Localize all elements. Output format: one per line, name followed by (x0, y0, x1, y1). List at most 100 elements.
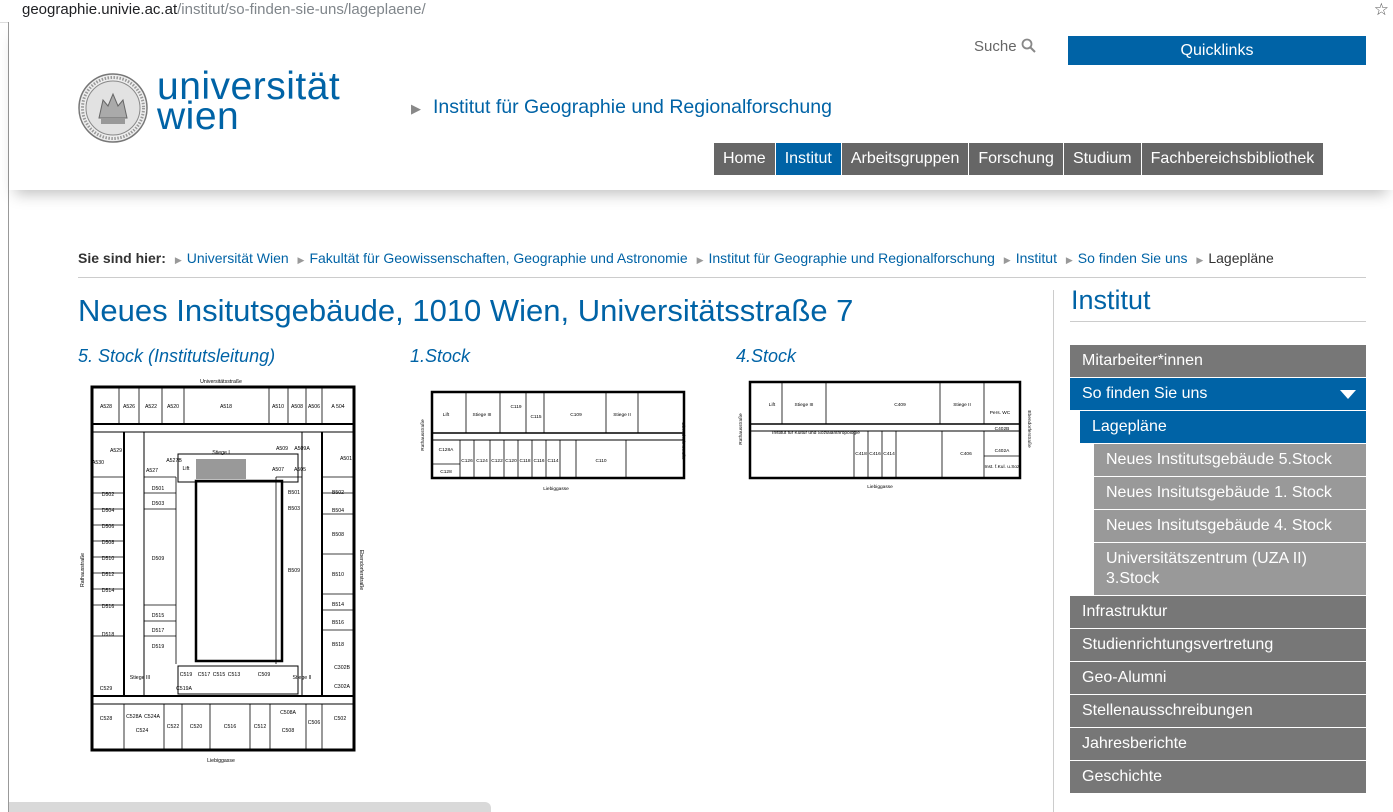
room-label: A508 (291, 404, 303, 410)
download-bar (9, 802, 491, 812)
room-label: A527 (146, 468, 158, 474)
room-label: C114 (547, 458, 558, 464)
sidebar-menu: Mitarbeiter*innen So finden Sie uns Lage… (1070, 345, 1366, 794)
street-label: Liebiggasse (867, 484, 893, 490)
nav-forschung[interactable]: Forschung (969, 143, 1064, 175)
room-label: C502 (334, 716, 347, 722)
room-label: Stiege II (292, 675, 311, 681)
sidebar-item-lageplaene[interactable]: Lagepläne (1080, 411, 1366, 443)
url-text[interactable]: geographie.univie.ac.at/institut/so-find… (22, 0, 426, 20)
room-label: C506 (308, 720, 321, 726)
floor-plan-4th[interactable]: Liebiggasse Rathausstraße Ebendorferstra… (734, 374, 1040, 494)
star-icon[interactable]: ☆ (1374, 0, 1389, 20)
nav-fachbereichsbibliothek[interactable]: Fachbereichsbibliothek (1141, 143, 1325, 175)
breadcrumb-item[interactable]: So finden Sie uns (1078, 250, 1188, 266)
search-link[interactable]: Suche (974, 38, 1036, 55)
room-label: C528 (100, 716, 113, 722)
room-label: Inst. f.Kul. u.Soz (985, 464, 1021, 470)
nav-home[interactable]: Home (714, 143, 776, 175)
search-label: Suche (974, 38, 1017, 55)
sidebar-item-geschichte[interactable]: Geschichte (1070, 761, 1366, 793)
room-label: D510 (102, 556, 115, 562)
room-label: Stiege III (130, 675, 150, 681)
room-label: A501 (340, 456, 352, 462)
room-label: A505 (294, 467, 306, 473)
nav-arbeitsgruppen[interactable]: Arbeitsgruppen (841, 143, 970, 175)
street-label: Liebiggasse (207, 758, 235, 764)
plan-heading-1st-floor: 1.Stock (410, 346, 471, 366)
sidebar-item-uza-ii[interactable]: Universitätszentrum (UZA II) 3.Stock (1094, 543, 1366, 595)
sidebar-item-studienrichtungsvertretung[interactable]: Studienrichtungsvertretung (1070, 629, 1366, 661)
street-label: Rathausstraße (738, 413, 744, 445)
room-label: C522 (167, 724, 180, 730)
chevron-right-icon: ▶ (1003, 255, 1011, 265)
room-label: C402B (995, 426, 1010, 432)
breadcrumb-item[interactable]: Institut (1016, 250, 1057, 266)
room-label: C414 (883, 451, 895, 457)
floor-plan-1st[interactable]: Liebiggasse Rathausstraße Ebendorferstra… (416, 378, 690, 498)
page-title: Neues Insitutsgebäude, 1010 Wien, Univer… (78, 293, 854, 328)
sidebar-item-5-stock[interactable]: Neues Institutsgebäude 5.Stock (1094, 444, 1366, 476)
chevron-right-icon: ▶ (1065, 255, 1073, 265)
street-label: Ebendorferstraße (1026, 410, 1032, 448)
quicklinks-button[interactable]: Quicklinks (1068, 36, 1366, 65)
room-label: D502 (102, 492, 115, 498)
room-label: A 504 (331, 404, 344, 410)
room-label: C302A (334, 684, 350, 690)
search-icon (1021, 38, 1036, 53)
room-label: Pers. WC (990, 410, 1011, 416)
room-label: D515 (152, 613, 165, 619)
room-label: C519A (176, 686, 192, 692)
nav-studium[interactable]: Studium (1063, 143, 1142, 175)
room-label: C508A (280, 710, 296, 716)
sidebar-item-so-finden-sie-uns[interactable]: So finden Sie uns (1070, 378, 1366, 410)
room-label: Stiege III (473, 412, 492, 418)
room-label: A530 (92, 460, 104, 466)
sidebar-item-4-stock[interactable]: Neues Insitutsgebäude 4. Stock (1094, 510, 1366, 542)
room-label: D514 (102, 588, 115, 594)
room-label: C406 (960, 451, 972, 457)
room-label: A528 (100, 404, 112, 410)
breadcrumb-item[interactable]: Universität Wien (187, 250, 289, 266)
breadcrumb-item[interactable]: Institut für Geographie und Regionalfors… (709, 250, 995, 266)
room-label: C116 (533, 458, 544, 464)
sidebar-item-mitarbeiter[interactable]: Mitarbeiter*innen (1070, 345, 1366, 377)
logo-wordmark: universität wien (157, 67, 340, 136)
room-label: C128A (439, 447, 454, 453)
room-label: C109 (570, 412, 582, 418)
institute-title-text: Institut für Geographie und Regionalfors… (433, 96, 832, 118)
room-label: Stiege I (212, 450, 230, 456)
caret-down-icon[interactable] (1340, 390, 1356, 399)
sidebar-item-stellenausschreibungen[interactable]: Stellenausschreibungen (1070, 695, 1366, 727)
room-label: A529 (110, 448, 122, 454)
institute-title-link[interactable]: ▶ Institut für Geographie und Regionalfor… (411, 96, 832, 119)
breadcrumb: Sie sind hier: ▶ Universität Wien ▶ Fakult… (78, 250, 1274, 266)
breadcrumb-item[interactable]: Fakultät für Geowissenschaften, Geograph… (309, 250, 687, 266)
room-label: C115 (530, 414, 541, 420)
browser-address-bar[interactable]: geographie.univie.ac.at/institut/so-find… (0, 0, 1393, 23)
floor-plan-5th[interactable]: Universitätsstraße Liebiggasse Rathausst… (76, 374, 366, 766)
plan-heading-4th-floor: 4.Stock (736, 346, 797, 366)
room-label: C509 (258, 672, 271, 678)
sidebar-item-jahresberichte[interactable]: Jahresberichte (1070, 728, 1366, 760)
chevron-right-icon: ▶ (696, 255, 704, 265)
room-label: C517 (198, 672, 211, 678)
room-label: B509 (288, 568, 300, 574)
nav-institut[interactable]: Institut (775, 143, 842, 175)
room-label: C302B (334, 665, 350, 671)
room-label: A510 (272, 404, 284, 410)
room-label: B508 (332, 532, 344, 538)
room-label: C118 (519, 458, 530, 464)
sidebar-item-infrastruktur[interactable]: Infrastruktur (1070, 596, 1366, 628)
room-label: C110 (595, 458, 606, 464)
room-label: D508 (102, 540, 115, 546)
room-label: C120 (505, 458, 517, 464)
sidebar-item-geo-alumni[interactable]: Geo-Alumni (1070, 662, 1366, 694)
room-label: Lift (769, 402, 776, 408)
sidebar-item-1-stock[interactable]: Neues Insitutsgebäude 1. Stock (1094, 477, 1366, 509)
room-label: D512 (102, 572, 115, 578)
room-label: C528A (126, 714, 142, 720)
room-label: D503 (152, 501, 165, 507)
room-label: A506 (308, 404, 320, 410)
room-label: C409 (894, 402, 906, 408)
